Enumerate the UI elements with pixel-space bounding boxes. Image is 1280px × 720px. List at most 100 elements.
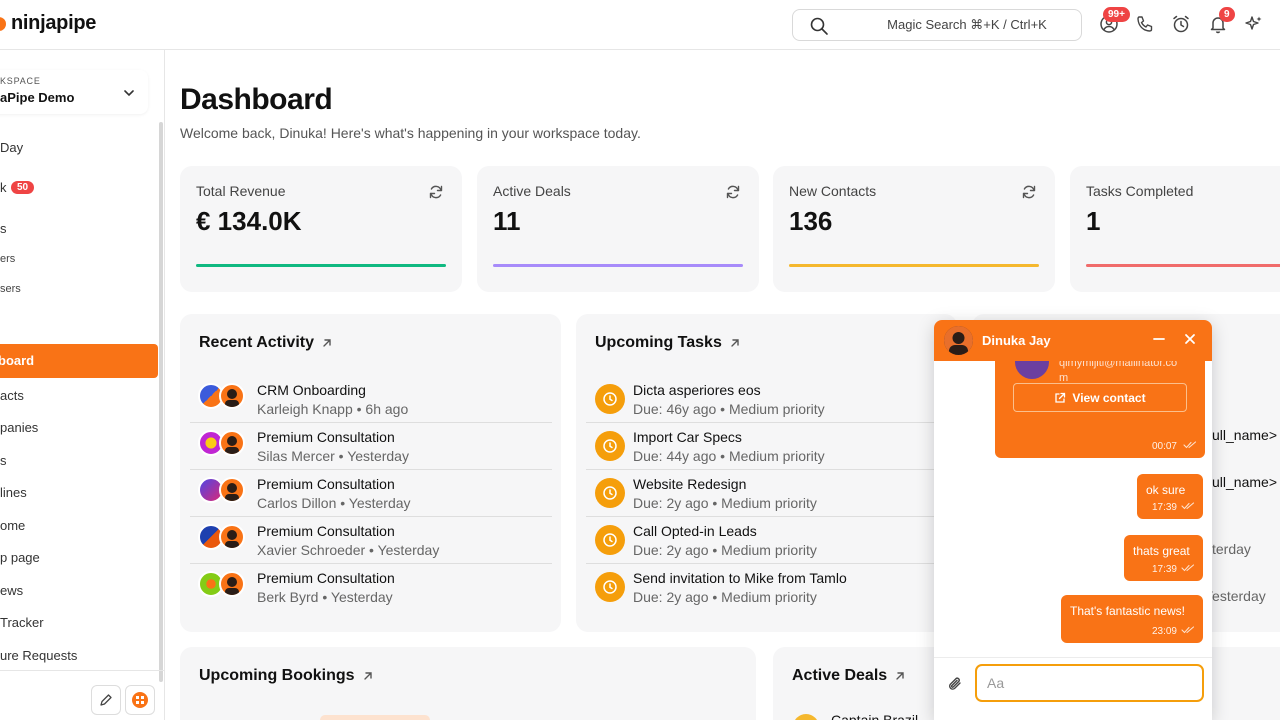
task-meta: Due: 2y ago • Medium priority — [633, 542, 817, 558]
upcoming-tasks-panel: Upcoming Tasks Dicta asperiores eos Due:… — [576, 314, 957, 632]
sidebar-item-contacts[interactable]: acts — [0, 388, 24, 403]
logo-text: ninjapipe — [11, 12, 97, 34]
upcoming-tasks-title[interactable]: Upcoming Tasks — [595, 334, 741, 352]
recent-activity-panel: Recent Activity CRM Onboarding Karleigh … — [180, 314, 561, 632]
refresh-icon[interactable] — [428, 184, 444, 205]
upcoming-bookings-title[interactable]: Upcoming Bookings — [199, 667, 374, 685]
clock-icon — [595, 384, 625, 414]
clock-icon — [595, 478, 625, 508]
sidebar-item-s[interactable]: s — [0, 221, 7, 236]
top-bar: ninjapipe Magic Search ⌘+K / Ctrl+K 99+ … — [0, 0, 1280, 50]
sidebar-item-feature-requests[interactable]: ure Requests — [0, 648, 77, 663]
task-meta: Due: 46y ago • Medium priority — [633, 401, 825, 417]
stat-value: 136 — [789, 206, 833, 236]
refresh-icon[interactable] — [725, 184, 741, 205]
activity-meta: Karleigh Knapp • 6h ago — [257, 401, 409, 417]
deal-title[interactable]: Captain Brazil — [831, 712, 918, 720]
sidebar-scrollbar[interactable] — [159, 122, 163, 682]
double-check-icon — [1183, 438, 1197, 452]
close-icon[interactable] — [1183, 332, 1197, 351]
chat-avatar — [944, 326, 973, 355]
sidebar-item-k[interactable]: k — [0, 180, 7, 195]
recent-activity-title[interactable]: Recent Activity — [199, 334, 333, 352]
activity-title: CRM Onboarding — [257, 382, 366, 398]
sidebar-item-sers[interactable]: sers — [0, 283, 21, 295]
clock-icon — [595, 525, 625, 555]
sidebar-item-page[interactable]: p page — [0, 550, 40, 565]
chevron-down-icon — [122, 86, 136, 105]
chat-messages[interactable]: qimymijiti@mailinator.co m View contact … — [934, 361, 1212, 657]
task-row[interactable]: Call Opted-in Leads Due: 2y ago • Medium… — [586, 517, 948, 564]
chat-message-input[interactable] — [975, 664, 1204, 702]
activity-row[interactable]: Premium Consultation Xavier Schroeder • … — [190, 517, 552, 564]
page-title: Dashboard — [180, 83, 333, 116]
activity-title: Premium Consultation — [257, 476, 395, 492]
contact-card-email: qimymijiti@mailinator.co — [1059, 361, 1178, 369]
workspace-label: KSPACE — [0, 76, 41, 86]
clock-icon — [595, 572, 625, 602]
sidebar-item-tracker[interactable]: Tracker — [0, 615, 44, 630]
sidebar-item-ers[interactable]: ers — [0, 253, 15, 265]
activity-title: Premium Consultation — [257, 523, 395, 539]
chat-window: Dinuka Jay qimymijiti@mailinator.co m Vi… — [934, 320, 1212, 720]
message-time: 17:39 — [1151, 564, 1177, 575]
phone-icon[interactable] — [1134, 13, 1156, 35]
stat-value: € 134.0K — [196, 206, 302, 236]
sidebar-item-pipelines[interactable]: lines — [0, 485, 27, 500]
message-time: 23:09 — [1151, 626, 1177, 637]
magic-search-button[interactable]: Magic Search ⌘+K / Ctrl+K — [792, 9, 1082, 41]
search-placeholder: Magic Search ⌘+K / Ctrl+K — [887, 17, 1047, 32]
peek-text: ull_name> — [1212, 474, 1277, 490]
chat-message: thats great 17:39 — [1124, 535, 1203, 581]
chat-header[interactable]: Dinuka Jay — [934, 320, 1212, 361]
active-deals-title[interactable]: Active Deals — [792, 667, 906, 685]
minimize-icon[interactable] — [1152, 332, 1166, 351]
sidebar-item-label: board — [0, 353, 35, 368]
activity-row[interactable]: CRM Onboarding Karleigh Knapp • 6h ago — [190, 376, 552, 423]
refresh-icon[interactable] — [1021, 184, 1037, 205]
external-arrow-icon — [896, 672, 904, 680]
double-check-icon — [1181, 499, 1195, 513]
double-check-icon — [1181, 561, 1195, 575]
view-contact-button[interactable]: View contact — [1013, 383, 1187, 412]
sparkles-icon[interactable] — [1243, 13, 1265, 35]
activity-meta: Carlos Dillon • Yesterday — [257, 495, 411, 511]
workspace-name: aPipe Demo — [0, 90, 75, 105]
deal-icon — [793, 714, 819, 720]
alarm-clock-icon[interactable] — [1170, 13, 1192, 35]
paperclip-icon[interactable] — [946, 675, 964, 698]
booking-placeholder-bar — [320, 715, 430, 720]
edit-button[interactable] — [91, 685, 121, 715]
activity-row[interactable]: Premium Consultation Carlos Dillon • Yes… — [190, 470, 552, 517]
stat-progress-bar — [789, 264, 1039, 267]
sidebar-item-dashboard[interactable]: board — [0, 344, 158, 378]
app-logo-button[interactable] — [125, 685, 155, 715]
activity-row[interactable]: Premium Consultation Berk Byrd • Yesterd… — [190, 564, 552, 611]
activity-meta: Xavier Schroeder • Yesterday — [257, 542, 440, 558]
peek-text: Yesterday — [1204, 588, 1266, 604]
upcoming-bookings-panel: Upcoming Bookings — [180, 647, 756, 720]
sidebar-item-home[interactable]: ome — [0, 518, 25, 533]
logo-mark-icon — [0, 16, 6, 31]
workspace-switcher[interactable]: KSPACE aPipe Demo — [0, 70, 148, 114]
double-check-icon — [1181, 623, 1195, 637]
task-row[interactable]: Website Redesign Due: 2y ago • Medium pr… — [586, 470, 948, 517]
peek-text: ull_name> — [1212, 427, 1277, 443]
message-text: That's fantastic news! — [1070, 604, 1186, 618]
sidebar-item-news[interactable]: ews — [0, 583, 23, 598]
task-title: Call Opted-in Leads — [633, 523, 757, 539]
bell-badge: 9 — [1219, 7, 1235, 22]
sidebar-item-companies[interactable]: panies — [0, 420, 38, 435]
activity-row[interactable]: Premium Consultation Silas Mercer • Yest… — [190, 423, 552, 470]
peek-text: terday — [1212, 541, 1251, 557]
stat-label: Active Deals — [493, 183, 571, 199]
task-row[interactable]: Import Car Specs Due: 44y ago • Medium p… — [586, 423, 948, 470]
task-row[interactable]: Dicta asperiores eos Due: 46y ago • Medi… — [586, 376, 948, 423]
contact-card-avatar — [1015, 361, 1049, 379]
sidebar-item-s2[interactable]: s — [0, 453, 7, 468]
external-arrow-icon — [731, 339, 739, 347]
user-avatar — [219, 383, 245, 409]
logo[interactable]: ninjapipe — [0, 12, 96, 35]
task-row[interactable]: Send invitation to Mike from Tamlo Due: … — [586, 564, 948, 611]
sidebar-item-day[interactable]: Day — [0, 140, 23, 155]
